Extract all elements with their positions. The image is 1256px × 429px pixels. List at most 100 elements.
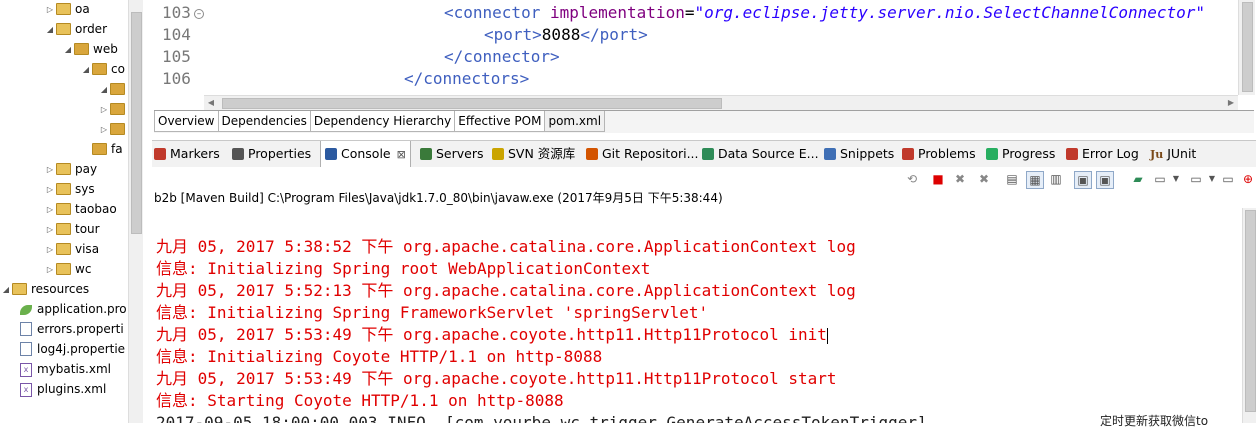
expand-arrow-icon[interactable]: ▷ — [44, 180, 56, 200]
tree-item[interactable]: errors.properti — [8, 319, 124, 339]
expand-arrow-icon[interactable]: ▷ — [44, 0, 56, 20]
view-tab-label: Markers — [170, 146, 220, 161]
scroll-right-arrow-icon[interactable]: ▶ — [1224, 96, 1238, 110]
view-tab-data-source-e[interactable]: Data Source E... — [702, 141, 819, 167]
editor-horizontal-scrollbar[interactable]: ◀ ▶ — [204, 95, 1238, 110]
maximize-icon[interactable]: ⊕ — [1240, 171, 1256, 187]
tree-item[interactable]: ▷ sys — [44, 179, 95, 199]
tree-item[interactable]: fa — [80, 139, 123, 159]
pin-console-icon[interactable]: ▰ — [1130, 171, 1146, 187]
tree-item[interactable]: log4j.propertie — [8, 339, 125, 359]
view-tab-markers[interactable]: Markers — [154, 141, 220, 167]
tree-item[interactable]: ▷ — [98, 119, 129, 139]
tree-item[interactable]: ▷ visa — [44, 239, 99, 259]
tree-scrollbar-thumb[interactable] — [131, 12, 142, 234]
show-stdout-icon[interactable]: ▣ — [1074, 171, 1092, 189]
fold-toggle-icon[interactable]: − — [194, 9, 204, 19]
view-tab-svn[interactable]: SVN 资源库 — [492, 141, 575, 167]
tree-item[interactable]: x plugins.xml — [8, 379, 106, 399]
view-tab-console[interactable]: Console ⊠ — [320, 141, 411, 168]
clear-console-icon[interactable]: ▤ — [1004, 171, 1020, 187]
show-stderr-icon[interactable]: ▣ — [1096, 171, 1114, 189]
tree-item[interactable]: ◢ co — [80, 59, 125, 79]
editor-line[interactable]: 104 <port>8088</port> — [154, 24, 1238, 46]
tree-item-label: sys — [75, 182, 95, 196]
view-tab-progress[interactable]: Progress — [986, 141, 1055, 167]
tree-item[interactable]: x mybatis.xml — [8, 359, 111, 379]
editor-vertical-scrollbar[interactable] — [1238, 0, 1255, 95]
editor-line[interactable]: 103− <connector implementation="org.eclip… — [154, 2, 1238, 24]
collapse-arrow-icon[interactable]: ◢ — [0, 280, 12, 300]
open-console-icon[interactable]: ▭ — [1188, 171, 1204, 187]
view-tab-git-repositori[interactable]: Git Repositori... — [586, 141, 699, 167]
pom-tab-dependencies[interactable]: Dependencies — [217, 111, 311, 132]
collapse-arrow-icon[interactable]: ◢ — [80, 60, 92, 80]
tree-item[interactable]: ▷ taobao — [44, 199, 117, 219]
xml-file-icon: x — [20, 362, 32, 377]
word-wrap-icon[interactable]: ▥ — [1048, 171, 1064, 187]
collapse-arrow-icon[interactable]: ◢ — [44, 20, 56, 40]
view-tab-error-log[interactable]: Error Log — [1066, 141, 1139, 167]
tree-item[interactable]: ▷ tour — [44, 219, 100, 239]
remove-all-icon[interactable]: ✖ — [976, 171, 992, 187]
collapse-arrow-icon[interactable]: ◢ — [98, 80, 110, 100]
tree-item-label: mybatis.xml — [37, 362, 111, 376]
view-tab-properties[interactable]: Properties — [232, 141, 311, 167]
expand-arrow-icon[interactable]: ▷ — [44, 200, 56, 220]
display-console-icon[interactable]: ▭ — [1152, 171, 1168, 187]
view-tab-servers[interactable]: Servers — [420, 141, 484, 167]
expand-arrow-icon[interactable]: ▷ — [44, 220, 56, 240]
console-line: 信息: Initializing Coyote HTTP/1.1 on http… — [156, 347, 603, 366]
line-number: 104 — [162, 25, 191, 44]
datasource-icon — [702, 147, 714, 160]
editor-line[interactable]: 105 </connector> — [154, 46, 1238, 68]
chevron-down-icon[interactable]: ▼ — [1168, 171, 1184, 187]
minimize-icon[interactable]: ▭ — [1220, 171, 1236, 187]
pom-tab-pom-xml[interactable]: pom.xml — [544, 111, 606, 132]
scroll-lock-icon[interactable]: ▦ — [1026, 171, 1044, 189]
tree-item-label: order — [75, 22, 107, 36]
editor-hscroll-thumb[interactable] — [222, 98, 722, 109]
tree-item[interactable]: ◢ order — [44, 19, 107, 39]
tree-item-label: pay — [75, 162, 98, 176]
expand-arrow-icon[interactable]: ▷ — [44, 240, 56, 260]
tree-item[interactable]: ▷ oa — [44, 0, 90, 19]
console-line: 九月 05, 2017 5:38:52 下午 org.apache.catali… — [156, 237, 856, 256]
close-icon[interactable]: ⊠ — [397, 148, 406, 161]
expand-arrow-icon[interactable]: ▷ — [98, 100, 110, 120]
xml-editor[interactable]: 103− <connector implementation="org.eclip… — [154, 0, 1238, 95]
chevron-down-icon[interactable]: ▼ — [1204, 171, 1220, 187]
remove-launch-icon[interactable]: ✖ — [952, 171, 968, 187]
tree-item[interactable]: ◢ resources — [0, 279, 89, 299]
tree-item[interactable]: ▷ — [98, 99, 129, 119]
view-tab-label: Error Log — [1082, 146, 1139, 161]
expand-arrow-icon[interactable]: ▷ — [44, 160, 56, 180]
expand-arrow-icon[interactable]: ▷ — [44, 260, 56, 280]
view-tab-label: Servers — [436, 146, 484, 161]
expand-arrow-icon[interactable]: ▷ — [98, 120, 110, 140]
pin-icon[interactable]: ⟲ — [904, 171, 920, 187]
console-scrollbar-thumb[interactable] — [1245, 210, 1256, 412]
tree-item[interactable]: ◢ web — [62, 39, 118, 59]
errorlog-icon — [1066, 147, 1078, 160]
folder-icon — [110, 82, 125, 95]
terminate-icon[interactable]: ■ — [930, 171, 946, 187]
view-tab-snippets[interactable]: Snippets — [824, 141, 894, 167]
collapse-arrow-icon[interactable]: ◢ — [62, 40, 74, 60]
console-output[interactable]: 九月 05, 2017 5:38:52 下午 org.apache.catali… — [154, 236, 1244, 423]
tree-item[interactable]: application.pro — [8, 299, 127, 319]
editor-line[interactable]: 106 </connectors> — [154, 68, 1238, 90]
view-tab-problems[interactable]: Problems — [902, 141, 976, 167]
editor-vscroll-thumb[interactable] — [1242, 2, 1253, 92]
tree-item[interactable]: ▷ pay — [44, 159, 97, 179]
view-tab-junit[interactable]: Ju JUnit — [1150, 141, 1196, 167]
console-scrollbar[interactable] — [1242, 208, 1256, 423]
tree-item[interactable]: ▷ wc — [44, 259, 92, 280]
scroll-left-arrow-icon[interactable]: ◀ — [204, 96, 218, 110]
pom-tab-overview[interactable]: Overview — [154, 111, 219, 132]
pom-tab-effective-pom[interactable]: Effective POM — [454, 111, 546, 132]
console-line: 信息: Initializing Spring root WebApplicat… — [156, 259, 651, 278]
pom-tab-dependency-hierarchy[interactable]: Dependency Hierarchy — [309, 111, 456, 132]
tree-scrollbar[interactable] — [128, 0, 143, 423]
tree-item[interactable]: ◢ — [98, 79, 129, 99]
